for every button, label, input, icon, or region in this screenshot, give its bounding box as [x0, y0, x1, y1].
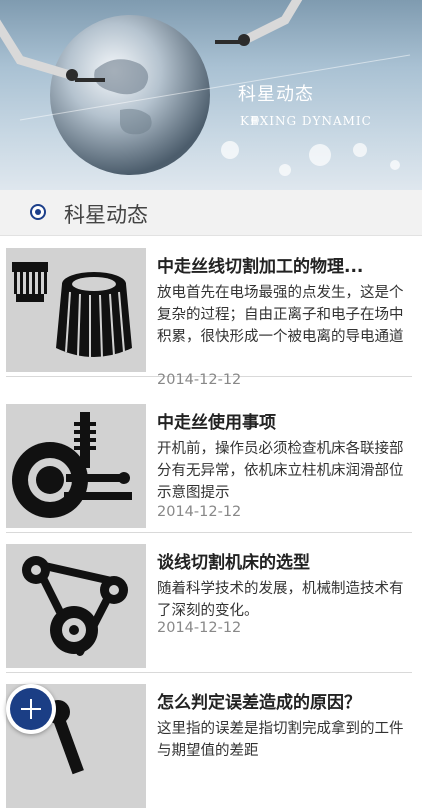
header-banner: 科星动态 KEXING DYNAMIC [0, 0, 422, 190]
news-date: 2014-12-12 [157, 372, 242, 388]
news-title[interactable]: 怎么判定误差造成的原因？ [157, 688, 409, 713]
news-date: 2014-12-12 [157, 620, 242, 636]
news-item[interactable]: 中走丝使用事项 开机前，操作员必须检查机床各联接部分有无异常，依机床立柱机床润滑… [6, 392, 412, 533]
air-filter-icon [6, 248, 146, 372]
news-date: 2014-12-12 [157, 504, 242, 520]
add-button[interactable] [6, 684, 56, 734]
news-title[interactable]: 中走丝线切割加工的物理... [157, 252, 409, 277]
timing-belt-icon [6, 544, 146, 668]
news-item[interactable]: 谈线切割机床的选型 随着科学技术的发展，机械制造技术有了深刻的变化。 2014-… [6, 532, 412, 673]
banner-subtitle: KEXING DYNAMIC [240, 114, 372, 128]
news-thumbnail[interactable] [6, 248, 146, 372]
plus-icon [10, 688, 52, 730]
bullet-icon [30, 204, 46, 220]
news-excerpt: 随着科学技术的发展，机械制造技术有了深刻的变化。 [157, 581, 404, 619]
news-item[interactable]: 怎么判定误差造成的原因？ 这里指的误差是指切割完成拿到的工件与期望值的差距 [6, 672, 412, 812]
news-title[interactable]: 谈线切割机床的选型 [157, 548, 409, 573]
section-header: 科星动态 [0, 190, 422, 236]
news-thumbnail[interactable] [6, 404, 146, 528]
news-excerpt: 放电首先在电场最强的点发生，这是个复杂的过程；自由正离子和电子在场中积累，很快形… [157, 285, 404, 345]
section-title: 科星动态 [64, 203, 148, 227]
news-item[interactable]: 中走丝线切割加工的物理... 放电首先在电场最强的点发生，这是个复杂的过程；自由… [6, 236, 412, 388]
wheel-suspension-icon [6, 404, 146, 528]
news-thumbnail[interactable] [6, 544, 146, 668]
banner-globe-robot-image [0, 0, 411, 176]
banner-title: 科星动态 [238, 84, 314, 105]
news-excerpt: 这里指的误差是指切割完成拿到的工件与期望值的差距 [157, 721, 404, 759]
news-title[interactable]: 中走丝使用事项 [157, 408, 409, 433]
news-excerpt: 开机前，操作员必须检查机床各联接部分有无异常，依机床立柱机床润滑部位示意图提示 [157, 441, 404, 501]
